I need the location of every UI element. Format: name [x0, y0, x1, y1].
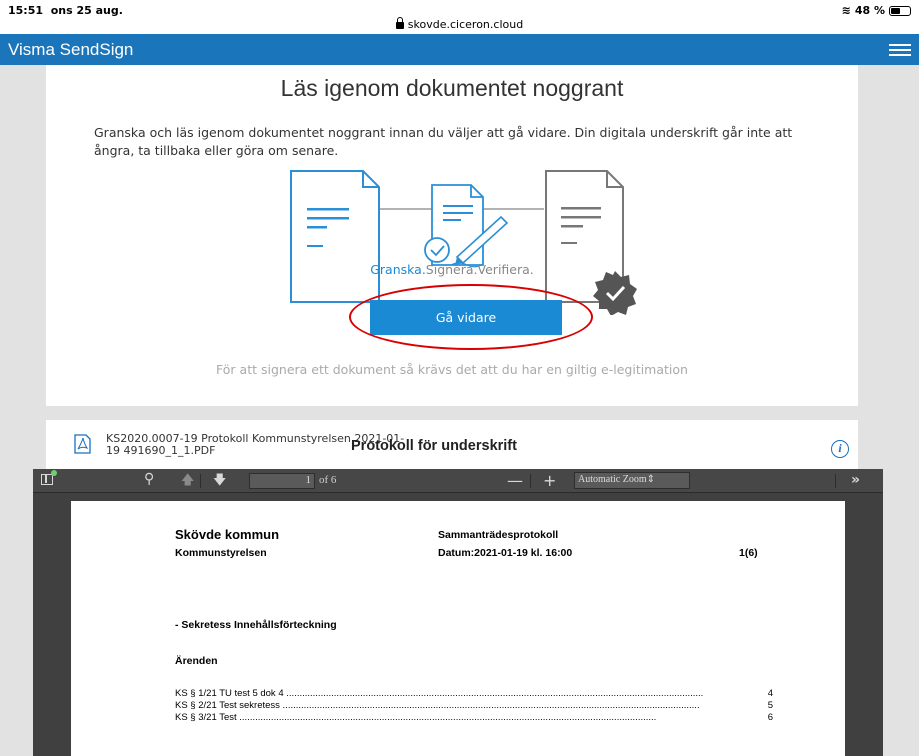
toolbar-divider: [200, 474, 201, 488]
wifi-icon: ≋: [841, 4, 851, 17]
review-document-icon: [290, 170, 380, 303]
toc-title: KS § 2/21 Test sekretess: [175, 700, 280, 711]
step-sign: Signera.: [425, 262, 478, 277]
app-header: Visma SendSign: [0, 34, 919, 65]
intro-description: Granska och läs igenom dokumentet noggra…: [94, 125, 793, 158]
document-title: Protokoll för underskrift: [351, 438, 517, 454]
toc-row[interactable]: KS § 1/21 TU test 5 dok 4 ..............…: [175, 688, 773, 700]
status-date: ons 25 aug.: [50, 4, 123, 17]
status-indicators: ≋ 48 %: [842, 4, 911, 17]
more-tools-button[interactable]: »: [851, 472, 860, 488]
intro-title: Läs igenom dokumentet noggrant: [280, 75, 624, 101]
battery-icon: [889, 5, 911, 16]
protocol-label: Sammanträdesprotokoll: [438, 529, 559, 541]
page-number-input[interactable]: 1: [249, 473, 315, 489]
toolbar-divider: [530, 474, 531, 488]
cases-heading: Ärenden: [175, 655, 218, 667]
sign-document-icon: [424, 184, 509, 268]
select-arrows-icon: ⇕: [646, 474, 655, 485]
address-bar[interactable]: skovde.ciceron.cloud: [0, 17, 919, 31]
zoom-select[interactable]: Automatic Zoom⇕: [574, 472, 690, 489]
pdf-file-icon: [74, 434, 91, 454]
section-heading: - Sekretess Innehållsförteckning: [175, 619, 337, 631]
pdf-page: Skövde kommun Kommunstyrelsen Sammanträd…: [71, 501, 845, 756]
zoom-value: Automatic Zoom: [578, 474, 647, 485]
toc-row[interactable]: KS § 2/21 Test sekretess ...............…: [175, 700, 773, 712]
step-verify: Verifiera.: [477, 262, 534, 277]
sidebar-toggle-icon[interactable]: [41, 470, 57, 485]
toc-page: 6: [767, 712, 773, 723]
toc-leader: ........................................…: [236, 712, 657, 723]
zoom-in-button[interactable]: +: [543, 471, 556, 490]
page-indicator: 1(6): [739, 547, 758, 559]
toolbar-divider: [835, 474, 836, 488]
battery-percent: 48 %: [854, 4, 885, 17]
toc-page: 4: [767, 688, 773, 699]
info-icon[interactable]: i: [831, 440, 849, 458]
lock-icon: [395, 17, 404, 29]
zoom-out-button[interactable]: —: [507, 471, 523, 490]
toc-leader: ........................................…: [279, 700, 700, 711]
meeting-date: Datum:2021-01-19 kl. 16:00: [438, 547, 573, 559]
intro-card: Läs igenom dokumentet noggrant Granska o…: [46, 65, 858, 406]
toc-title: KS § 1/21 TU test 5 dok 4: [175, 688, 284, 699]
highlight-circle-annotation: [349, 284, 593, 350]
battery-level: [891, 7, 900, 14]
next-page-icon[interactable]: 🡇: [213, 471, 226, 493]
organization-name: Skövde kommun: [175, 527, 280, 542]
pdf-viewer: ⚲ 🡅 🡇 1 of 6 — + Automatic Zoom⇕ » Skövd…: [33, 469, 883, 756]
page-count-label: of 6: [319, 474, 337, 486]
status-bar: 15:51 ons 25 aug. skovde.ciceron.cloud ≋…: [0, 0, 919, 34]
e-id-requirement-text: För att signera ett dokument så krävs de…: [216, 362, 688, 377]
toc-title: KS § 3/21 Test: [175, 712, 237, 723]
pdf-toolbar: ⚲ 🡅 🡇 1 of 6 — + Automatic Zoom⇕ »: [33, 469, 883, 493]
board-name: Kommunstyrelsen: [175, 547, 267, 559]
hamburger-menu-icon[interactable]: [889, 44, 911, 56]
search-icon[interactable]: ⚲: [144, 471, 154, 487]
notification-dot: [51, 470, 57, 476]
toc-leader: ........................................…: [283, 688, 704, 699]
table-of-contents: KS § 1/21 TU test 5 dok 4 ..............…: [175, 688, 773, 724]
step-review: Granska.: [370, 262, 426, 277]
status-time: 15:51 ons 25 aug.: [8, 4, 123, 17]
process-steps: Granska.Signera.Verifiera.: [46, 262, 858, 277]
address-url: skovde.ciceron.cloud: [407, 18, 524, 31]
previous-page-icon[interactable]: 🡅: [181, 471, 194, 493]
toc-page: 5: [767, 700, 773, 711]
brand-logo[interactable]: Visma SendSign: [8, 40, 133, 60]
toc-row[interactable]: KS § 3/21 Test .........................…: [175, 712, 773, 724]
